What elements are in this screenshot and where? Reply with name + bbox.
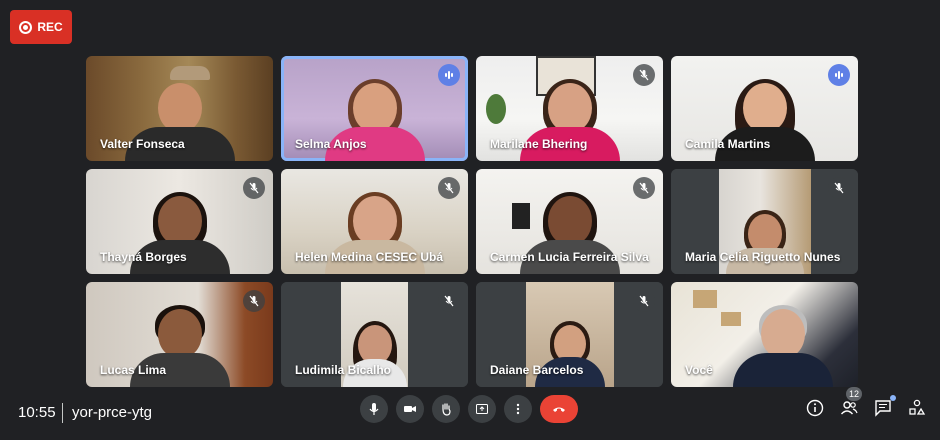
- record-icon: [19, 20, 33, 34]
- present-icon: [476, 404, 488, 414]
- participant-tile[interactable]: Valter Fonseca: [86, 56, 273, 161]
- audio-level-icon: [828, 64, 850, 86]
- participant-tile[interactable]: Lucas Lima: [86, 282, 273, 387]
- meeting-details-button[interactable]: [804, 397, 826, 419]
- plant-shape: [486, 94, 506, 124]
- people-button[interactable]: 12: [838, 387, 863, 419]
- side-panel-icons: 12: [804, 387, 928, 419]
- participant-tile[interactable]: Camila Martins: [671, 56, 858, 161]
- participant-grid: Valter Fonseca Selma Anjos Marilane Bher…: [86, 56, 858, 387]
- mic-off-icon: [438, 177, 460, 199]
- camera-icon: [404, 406, 416, 412]
- mic-off-icon: [243, 177, 265, 199]
- participant-name: Valter Fonseca: [100, 137, 185, 151]
- call-controls: [360, 395, 578, 423]
- end-call-button[interactable]: [540, 395, 578, 423]
- present-button[interactable]: [468, 395, 496, 423]
- participant-name: Camila Martins: [685, 137, 771, 151]
- participant-name: Ludimila Bicalho: [295, 363, 392, 377]
- info-icon: [806, 399, 824, 417]
- activities-icon: [909, 399, 926, 415]
- people-count: 12: [846, 387, 863, 401]
- mic-button[interactable]: [360, 395, 388, 423]
- end-call-icon: [553, 407, 565, 412]
- mic-off-icon: [243, 290, 265, 312]
- participant-name: Daiane Barcelos: [490, 363, 584, 377]
- camera-button[interactable]: [396, 395, 424, 423]
- participant-name: Helen Medina CESEC Ubá: [295, 250, 444, 264]
- participant-tile[interactable]: Ludimila Bicalho: [281, 282, 468, 387]
- chat-icon: [875, 400, 891, 417]
- participant-name: Thayná Borges: [100, 250, 187, 264]
- participant-tile[interactable]: Daiane Barcelos: [476, 282, 663, 387]
- participant-name: Marilane Bhering: [490, 137, 588, 151]
- participant-name: Maria Celia Riguetto Nunes: [685, 250, 841, 264]
- participant-name: Carmen Lucia Ferreira Silva: [490, 250, 649, 264]
- participant-tile[interactable]: Helen Medina CESEC Ubá: [281, 169, 468, 274]
- participant-name: Você: [685, 363, 713, 377]
- mic-off-icon: [633, 290, 655, 312]
- participant-tile[interactable]: Selma Anjos: [281, 56, 468, 161]
- participant-tile[interactable]: Maria Celia Riguetto Nunes: [671, 169, 858, 274]
- more-options-button[interactable]: [504, 395, 532, 423]
- participant-tile[interactable]: Carmen Lucia Ferreira Silva: [476, 169, 663, 274]
- people-icon: [840, 401, 858, 415]
- record-label: REC: [37, 20, 63, 34]
- mic-off-icon: [828, 177, 850, 199]
- audio-level-icon: [438, 64, 460, 86]
- participant-tile[interactable]: Marilane Bhering: [476, 56, 663, 161]
- chat-button[interactable]: [872, 395, 896, 419]
- raise-hand-icon: [442, 403, 451, 416]
- record-indicator[interactable]: REC: [10, 10, 72, 44]
- participant-tile-self[interactable]: Você: [671, 282, 858, 387]
- wall-shelf: [693, 290, 717, 308]
- mic-icon: [369, 403, 379, 415]
- activities-button[interactable]: [906, 397, 928, 419]
- more-icon: [516, 403, 520, 415]
- mic-off-icon: [633, 177, 655, 199]
- raise-hand-button[interactable]: [432, 395, 460, 423]
- hat-shape: [170, 66, 210, 80]
- participant-name: Lucas Lima: [100, 363, 167, 377]
- meeting-code: yor-prce-ytg: [72, 404, 153, 421]
- mic-off-icon: [633, 64, 655, 86]
- divider: [62, 403, 63, 423]
- participant-name: Selma Anjos: [295, 137, 367, 151]
- mic-off-icon: [438, 290, 460, 312]
- bottom-toolbar: 10:55 yor-prce-ytg 12: [0, 387, 940, 440]
- meeting-time: 10:55: [18, 404, 56, 421]
- chat-notification-dot: [890, 395, 896, 401]
- participant-tile[interactable]: Thayná Borges: [86, 169, 273, 274]
